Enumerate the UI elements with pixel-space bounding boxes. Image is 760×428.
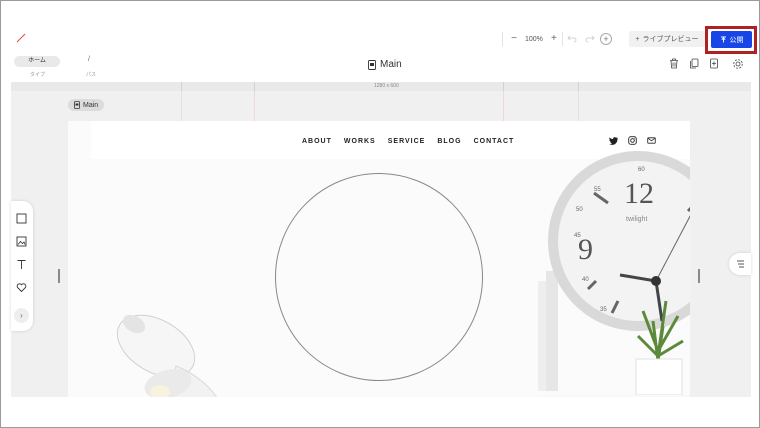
logo-icon[interactable]: [16, 33, 26, 43]
editor-window: − 100% + + + ライブプレビュー 公開 ホーム タイプ / パス Ma…: [0, 0, 760, 428]
undo-redo-group: [562, 32, 595, 46]
page-icon: [368, 59, 376, 70]
zoom-in-button[interactable]: +: [549, 34, 559, 44]
zoom-level: 100%: [525, 35, 543, 43]
plus-circle-icon[interactable]: +: [600, 33, 612, 45]
live-preview-label: ライブプレビュー: [642, 36, 699, 43]
ruler-tick: [503, 82, 504, 91]
editor-canvas: Main ABOUT WORKS SERVICE BLOG CONTACT 12…: [11, 91, 751, 397]
layer-menu-button[interactable]: [729, 253, 751, 275]
desk-lamp-photo: [116, 314, 217, 397]
hero-circle-shape[interactable]: [275, 173, 483, 381]
clock-number: 45: [574, 233, 581, 239]
clock-number: 50: [576, 207, 583, 213]
top-toolbar: − 100% + + + ライブプレビュー: [2, 28, 760, 50]
zoom-out-button[interactable]: −: [509, 34, 519, 44]
ruler-tick: [254, 82, 255, 91]
mail-icon[interactable]: [647, 136, 656, 145]
website-artboard[interactable]: ABOUT WORKS SERVICE BLOG CONTACT 12 9 45…: [68, 121, 690, 397]
clock-brand: twilight: [626, 216, 647, 223]
square-icon[interactable]: [16, 213, 27, 224]
page-type-selector[interactable]: ホーム: [14, 56, 60, 67]
section-tag-label: Main: [83, 101, 99, 109]
page-icon: [74, 101, 80, 109]
nav-item-service[interactable]: SERVICE: [388, 138, 426, 145]
section-tag[interactable]: Main: [68, 99, 105, 111]
page-path-caption: パス: [86, 72, 97, 78]
social-links: [609, 136, 656, 145]
heart-icon[interactable]: [16, 282, 27, 293]
redo-icon[interactable]: [585, 35, 595, 43]
page-type-caption: タイプ: [30, 72, 46, 78]
page-title-text: Main: [380, 59, 402, 70]
width-ruler: 1280 x 600: [11, 82, 751, 91]
nav-item-works[interactable]: WORKS: [344, 138, 376, 145]
clock-number: 12: [624, 177, 654, 210]
canvas-size-label: 1280 x 600: [374, 83, 399, 89]
instagram-icon[interactable]: [628, 136, 637, 145]
nav-item-blog[interactable]: BLOG: [437, 138, 461, 145]
duplicate-icon[interactable]: [688, 57, 700, 69]
zoom-controls: − 100% +: [502, 32, 559, 46]
gear-icon[interactable]: [732, 58, 744, 70]
resize-handle-left[interactable]: [58, 269, 60, 283]
expand-palette-button[interactable]: ›: [14, 308, 29, 323]
plus-icon: +: [635, 35, 640, 43]
element-palette: ›: [11, 201, 33, 331]
image-icon[interactable]: [16, 236, 27, 247]
upload-icon: [720, 36, 726, 43]
page-settings-bar: ホーム タイプ / パス Main: [2, 51, 760, 81]
twitter-icon[interactable]: [609, 136, 618, 145]
text-icon[interactable]: [16, 259, 27, 270]
page-actions: [668, 57, 720, 69]
clock-number: 35: [600, 307, 607, 313]
publish-button[interactable]: 公開: [711, 31, 752, 48]
page-title: Main: [368, 59, 402, 70]
publish-label: 公開: [729, 36, 744, 44]
trash-icon[interactable]: [668, 57, 680, 69]
clock-number: 60: [638, 167, 645, 173]
site-nav: ABOUT WORKS SERVICE BLOG CONTACT: [302, 138, 514, 145]
undo-icon[interactable]: [567, 35, 577, 43]
live-preview-button[interactable]: + ライブプレビュー: [629, 31, 705, 47]
nav-item-contact[interactable]: CONTACT: [474, 138, 515, 145]
menu-lines-icon: [737, 260, 744, 268]
wall-clock-photo: 12 9 45 40 60 55 50 35 twilight: [538, 151, 690, 397]
clock-number: 40: [582, 277, 589, 283]
ruler-tick: [578, 82, 579, 91]
add-page-icon[interactable]: [708, 57, 720, 69]
page-path-value[interactable]: /: [88, 56, 90, 63]
resize-handle-right[interactable]: [698, 269, 700, 283]
ruler-tick: [181, 82, 182, 91]
nav-item-about[interactable]: ABOUT: [302, 138, 332, 145]
